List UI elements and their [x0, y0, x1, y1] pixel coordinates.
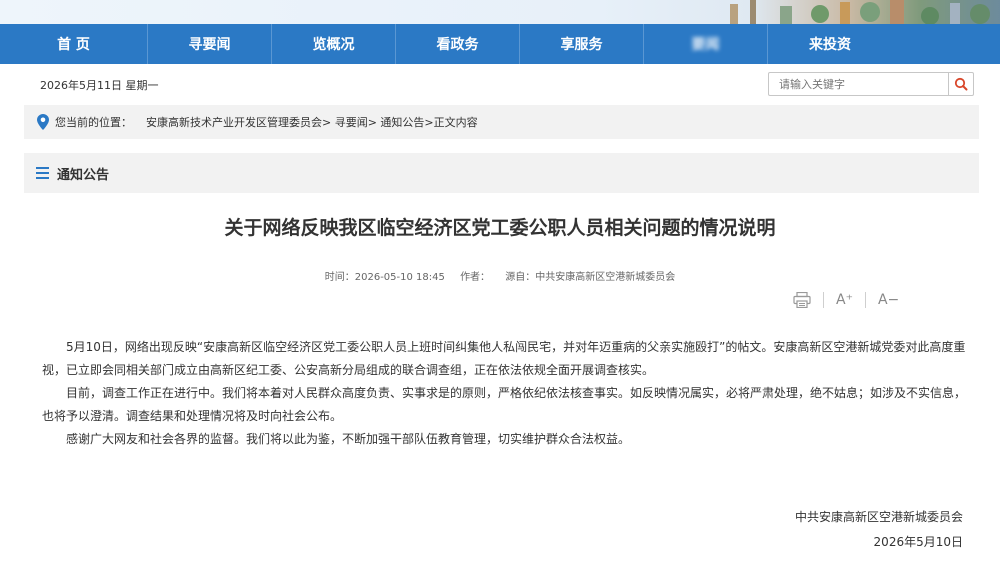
current-date: 2026年5月11日 星期一	[40, 79, 159, 92]
publish-time: 时间：2026-05-10 18:45	[324, 272, 445, 283]
article-tools: A⁺ A−	[793, 290, 899, 310]
article-paragraph: 5月10日，网络出现反映“安康高新区临空经济区党工委公职人员上班时间纠集他人私闯…	[42, 340, 966, 377]
nav-item-government[interactable]: 看政务	[396, 24, 520, 64]
print-button[interactable]	[793, 292, 811, 308]
search-icon	[954, 77, 968, 91]
breadcrumb-path[interactable]: 安康高新技术产业开发区管理委员会> 寻要闻> 通知公告>正文内容	[146, 114, 478, 130]
nav-item-news[interactable]: 寻要闻	[148, 24, 272, 64]
article-signature: 中共安康高新区空港新城委员会 2026年5月10日	[795, 505, 963, 555]
signature-date: 2026年5月10日	[873, 535, 963, 549]
top-info-bar: 2026年5月11日 星期一	[24, 64, 979, 104]
nav-item-services[interactable]: 享服务	[520, 24, 644, 64]
article-body: 5月10日，网络出现反映“安康高新区临空经济区党工委公职人员上班时间纠集他人私闯…	[42, 336, 967, 451]
top-banner	[0, 0, 1000, 24]
banner-decoration	[730, 0, 990, 24]
signature-org: 中共安康高新区空港新城委员会	[794, 510, 963, 524]
tools-divider	[823, 292, 824, 308]
tools-divider	[864, 292, 866, 308]
section-title: 通知公告	[57, 167, 110, 183]
article-paragraph: 目前，调查工作正在进行中。我们将本着对人民群众高度负责、实事求是的原则，严格依纪…	[42, 386, 967, 423]
nav-item-overview[interactable]: 览概况	[272, 24, 396, 64]
print-icon	[793, 292, 811, 308]
search-input[interactable]	[769, 73, 948, 95]
font-decrease-button[interactable]: A−	[878, 292, 899, 308]
nav-item-invest[interactable]: 来投资	[768, 24, 892, 64]
article-title: 关于网络反映我区临空经济区党工委公职人员相关问题的情况说明	[224, 217, 776, 239]
article-paragraph: 感谢广大网友和社会各界的监督。我们将以此为鉴，不断加强干部队伍教育管理，切实维护…	[66, 432, 631, 446]
breadcrumb: 您当前的位置： 安康高新技术产业开发区管理委员会> 寻要闻> 通知公告>正文内容	[24, 105, 979, 139]
author: 作者：	[460, 272, 491, 283]
nav-item-blurred[interactable]: 要闻	[644, 24, 768, 64]
breadcrumb-label: 您当前的位置：	[55, 116, 132, 129]
search-box	[768, 72, 974, 96]
source: 源自：中共安康高新区空港新城委员会	[505, 272, 676, 283]
article-meta: 时间：2026-05-10 18:45 作者： 源自：中共安康高新区空港新城委员…	[0, 268, 1000, 283]
search-button[interactable]	[948, 73, 973, 95]
menu-icon	[36, 167, 49, 179]
font-increase-button[interactable]: A⁺	[836, 292, 853, 308]
section-header: 通知公告	[24, 153, 979, 193]
nav-item-home[interactable]: 首 页	[0, 24, 148, 64]
location-pin-icon	[37, 114, 49, 130]
main-nav: 首 页 寻要闻 览概况 看政务 享服务 要闻 来投资	[0, 24, 1000, 64]
